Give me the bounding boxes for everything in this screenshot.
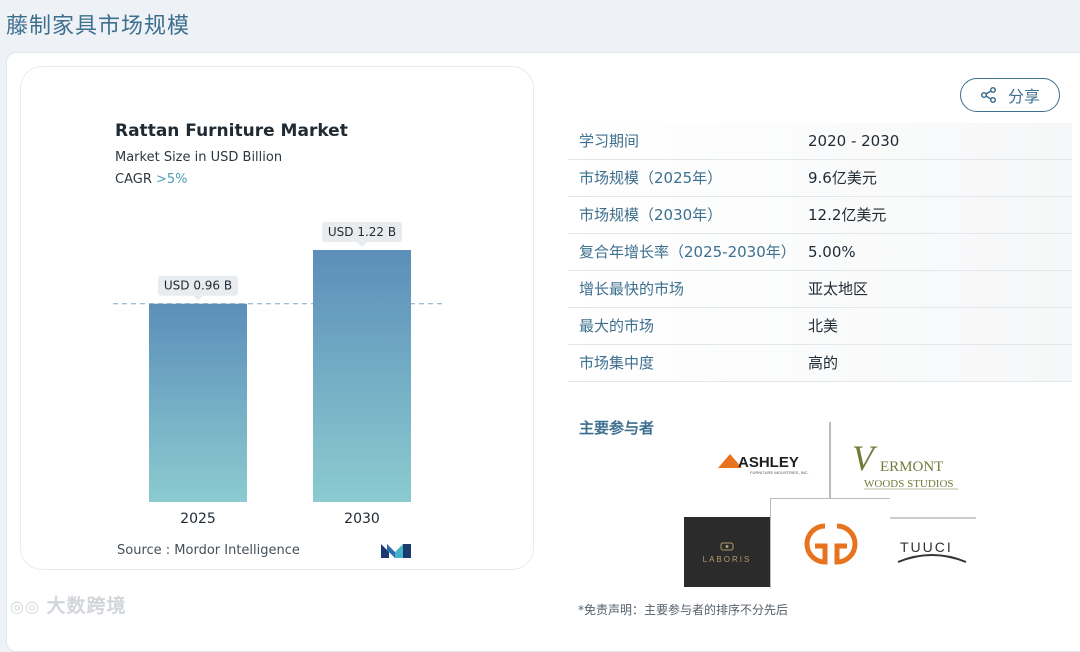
data-label-pointer bbox=[193, 295, 203, 301]
share-icon bbox=[980, 86, 997, 104]
row-value: 高的 bbox=[808, 354, 839, 372]
watermark-icon: ◎◎ bbox=[10, 597, 47, 616]
laboris-emblem-icon bbox=[720, 542, 734, 550]
bar-chart: USD 0.96 B 2025 USD 1.22 B 2030 bbox=[113, 222, 445, 527]
ashley-subtext: FURNITURE INDUSTRIES, INC. bbox=[750, 470, 809, 475]
bar-2025 bbox=[149, 303, 247, 502]
row-value: 9.6亿美元 bbox=[808, 169, 877, 187]
chart-cagr: CAGR >5% bbox=[115, 172, 188, 187]
ashley-text: ASHLEY bbox=[738, 454, 799, 471]
row-key: 市场规模（2030年） bbox=[579, 206, 723, 224]
row-value: 亚太地区 bbox=[808, 280, 869, 298]
gg-logo bbox=[770, 498, 890, 588]
table-row: 最大的市场 北美 bbox=[568, 308, 1072, 345]
row-key: 学习期间 bbox=[579, 132, 640, 150]
disclaimer-text: *免责声明：主要参与者的排序不分先后 bbox=[578, 603, 789, 617]
row-value: 5.00% bbox=[808, 243, 856, 261]
row-key: 增长最快的市场 bbox=[579, 280, 685, 298]
row-value: 北美 bbox=[808, 317, 839, 335]
chart-card: USD 0.96 B 2025 USD 1.22 B 2030 Rattan Furn… bbox=[20, 66, 534, 570]
chart-source: Source : Mordor Intelligence bbox=[117, 543, 300, 558]
table-row: 复合年增长率（2025-2030年） 5.00% bbox=[568, 234, 1072, 271]
data-label: USD 0.96 B bbox=[164, 279, 232, 293]
chart-title: Rattan Furniture Market bbox=[115, 121, 348, 141]
ashley-logo: ASHLEY FURNITURE INDUSTRIES, INC. bbox=[716, 446, 816, 476]
data-label: USD 1.22 B bbox=[328, 225, 396, 239]
vermont-woods-logo: V ERMONT WOODS STUDIOS bbox=[850, 436, 962, 492]
key-players-label: 主要参与者 bbox=[579, 419, 655, 437]
cagr-value: >5% bbox=[155, 172, 188, 187]
cagr-label: CAGR bbox=[115, 172, 156, 187]
row-value: 12.2亿美元 bbox=[808, 206, 887, 224]
row-key: 市场集中度 bbox=[579, 354, 655, 372]
row-key: 最大的市场 bbox=[579, 317, 655, 335]
watermark: ◎◎ 大数跨境 bbox=[10, 591, 127, 618]
x-tick-label: 2030 bbox=[344, 511, 380, 527]
row-key: 复合年增长率（2025-2030年） bbox=[579, 243, 796, 261]
chart-subtitle: Market Size in USD Billion bbox=[115, 150, 283, 165]
table-row: 学习期间 2020 - 2030 bbox=[568, 123, 1072, 160]
page-title: 藤制家具市场规模 bbox=[6, 14, 191, 39]
bar-2030 bbox=[313, 250, 411, 502]
vermont-v-text: V bbox=[852, 438, 878, 478]
data-label-pointer bbox=[357, 242, 367, 247]
tuuci-text: TUUCI bbox=[900, 539, 953, 555]
share-button[interactable]: 分享 bbox=[960, 78, 1060, 112]
share-label: 分享 bbox=[1007, 89, 1040, 106]
row-key: 市场规模（2025年） bbox=[579, 169, 723, 187]
row-value: 2020 - 2030 bbox=[808, 132, 900, 150]
table-row: 市场规模（2030年） 12.2亿美元 bbox=[568, 197, 1072, 234]
laboris-text: LABORIS bbox=[702, 554, 752, 564]
x-tick-label: 2025 bbox=[180, 511, 216, 527]
tuuci-logo: TUUCI bbox=[892, 530, 976, 570]
table-row: 市场规模（2025年） 9.6亿美元 bbox=[568, 160, 1072, 197]
vermont-text: ERMONT bbox=[880, 459, 943, 475]
mordor-logo-icon bbox=[381, 544, 411, 558]
vermont-sub-text: WOODS STUDIOS bbox=[864, 478, 954, 490]
watermark-text: 大数跨境 bbox=[46, 595, 127, 617]
table-row: 市场集中度 高的 bbox=[568, 345, 1072, 382]
market-info-table: 学习期间 2020 - 2030 市场规模（2025年） 9.6亿美元 市场规模（2… bbox=[568, 123, 1072, 382]
laboris-logo: LABORIS bbox=[684, 517, 770, 587]
table-row: 增长最快的市场 亚太地区 bbox=[568, 271, 1072, 308]
